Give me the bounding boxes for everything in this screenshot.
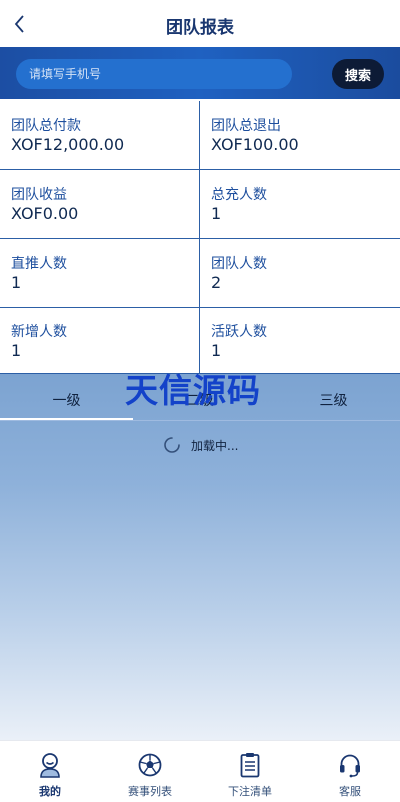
loading-text: 加载中... [191,439,239,453]
stat-team-size: 团队人数 2 [200,239,400,308]
tabbar-label: 客服 [339,785,361,798]
stat-value: 1 [211,204,222,223]
stat-recharge-count: 总充人数 1 [200,170,400,239]
tabbar-label: 赛事列表 [128,785,172,798]
tabbar-item-mine[interactable]: 我的 [0,741,100,802]
team-members-panel: 一级 二级 三级 加载中... [0,374,400,740]
user-icon [40,753,60,778]
search-button[interactable]: 搜索 [332,59,384,89]
watermark: 天信源码 [125,371,261,410]
stat-label: 团队总付款 [11,118,81,134]
stat-value: 1 [11,273,22,292]
stat-label: 总充人数 [211,187,267,203]
stat-total-payment: 团队总付款 XOF12,000.00 [0,101,200,170]
stat-value: 1 [11,341,22,360]
stat-value: XOF100.00 [211,135,299,154]
tab-level-1[interactable]: 一级 [0,390,133,410]
stat-label: 团队总退出 [211,118,281,134]
soccer-ball-icon [138,753,162,777]
header: 团队报表 [0,0,400,47]
loading-spinner-icon [164,437,180,453]
tabbar-item-matches[interactable]: 赛事列表 [100,741,200,802]
stat-value: XOF0.00 [11,204,79,223]
clipboard-icon [240,753,260,778]
tabbar-item-bets[interactable]: 下注清单 [200,741,300,802]
stat-label: 活跃人数 [211,324,267,340]
phone-search-input[interactable] [16,59,292,89]
stat-value: 1 [211,341,222,360]
tabbar-label: 下注清单 [228,785,272,798]
page-title: 团队报表 [166,18,234,38]
bottom-tab-bar: 我的 赛事列表 下注清单 客服 [0,740,400,802]
tabbar-label: 我的 [39,785,61,798]
tabbar-item-support[interactable]: 客服 [300,741,400,802]
headset-icon [340,754,360,778]
tab-level-3[interactable]: 三级 [267,390,400,410]
stat-team-income: 团队收益 XOF0.00 [0,170,200,239]
stat-value: 2 [211,273,222,292]
stat-label: 直推人数 [11,256,67,272]
stat-direct-referrals: 直推人数 1 [0,239,200,308]
team-stats-grid: 团队总付款 XOF12,000.00 团队总退出 XOF100.00 团队收益 … [0,101,400,374]
stat-label: 新增人数 [11,324,67,340]
stat-label: 团队收益 [11,187,67,203]
tabs-divider [0,420,400,421]
active-tab-indicator [0,418,133,420]
stat-label: 团队人数 [211,256,267,272]
stat-value: XOF12,000.00 [11,135,125,154]
stat-total-withdrawal: 团队总退出 XOF100.00 [200,101,400,170]
